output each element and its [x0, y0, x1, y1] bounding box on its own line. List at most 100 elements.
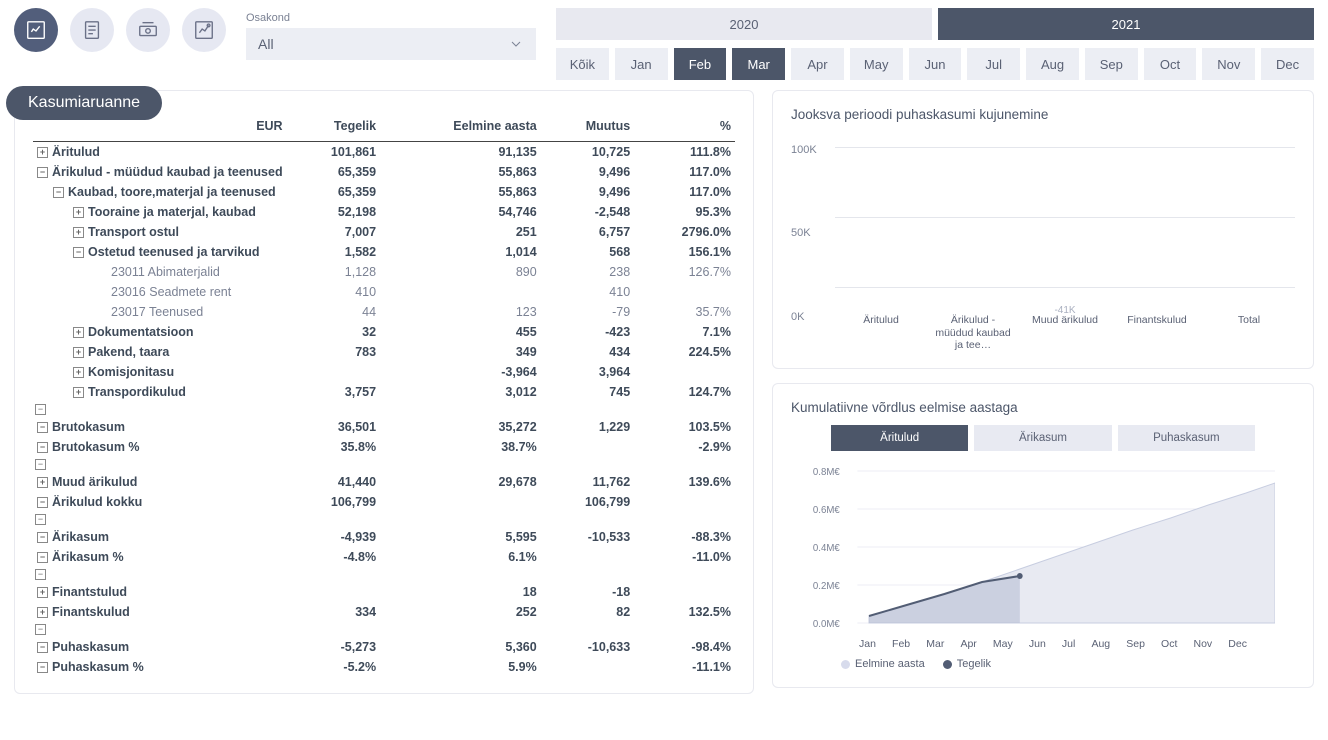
cell-value: 124.7% [634, 382, 735, 402]
expand-toggle[interactable]: − [53, 187, 64, 198]
expand-toggle[interactable]: − [35, 404, 46, 415]
cell-value: 9,496 [541, 182, 634, 202]
lc-xlabel: May [993, 638, 1013, 650]
cumulative-chart[interactable]: 0.8M€ 0.6M€ 0.4M€ 0.2M€ 0.0M€ JanFebMarA… [791, 461, 1295, 671]
expand-toggle[interactable]: + [73, 387, 84, 398]
chevron-down-icon [508, 36, 524, 52]
cell-value [380, 492, 541, 512]
cell-value: -5.2% [287, 657, 380, 677]
cell-value: 139.6% [634, 472, 735, 492]
table-row: +Pakend, taara783349434224.5% [33, 342, 735, 362]
expand-toggle[interactable]: − [37, 167, 48, 178]
cell-value: 5,360 [380, 637, 541, 657]
department-dropdown[interactable]: All [246, 28, 536, 60]
month-button[interactable]: Feb [674, 48, 727, 80]
row-label: Transpordikulud [88, 385, 186, 399]
col-change: Muutus [541, 113, 634, 142]
month-button[interactable]: Dec [1261, 48, 1314, 80]
expand-toggle[interactable]: + [37, 587, 48, 598]
table-row: −Brutokasum36,50135,2721,229103.5% [33, 417, 735, 437]
cell-value: 82 [541, 602, 634, 622]
cell-value: 10,725 [541, 142, 634, 163]
expand-toggle[interactable]: − [37, 642, 48, 653]
cell-value: 41,440 [287, 472, 380, 492]
cell-value: 9,496 [541, 162, 634, 182]
month-button[interactable]: Oct [1144, 48, 1197, 80]
cumulative-tab[interactable]: Ärikasum [974, 425, 1111, 451]
lc-xlabel: Apr [960, 638, 976, 650]
cell-value: 103.5% [634, 417, 735, 437]
expand-toggle[interactable]: − [35, 569, 46, 580]
month-button[interactable]: Aug [1026, 48, 1079, 80]
cell-value: 7,007 [287, 222, 380, 242]
cell-value: 6.1% [380, 547, 541, 567]
expand-toggle[interactable]: − [37, 552, 48, 563]
month-button[interactable]: May [850, 48, 903, 80]
cell-value: 106,799 [541, 492, 634, 512]
month-button[interactable]: Nov [1202, 48, 1255, 80]
expand-toggle[interactable]: − [73, 247, 84, 258]
expand-toggle[interactable]: − [37, 422, 48, 433]
expand-toggle[interactable]: + [37, 607, 48, 618]
expand-toggle[interactable]: − [35, 514, 46, 525]
table-row: −Brutokasum %35.8%38.7%-2.9% [33, 437, 735, 457]
report-badge: Kasumiaruanne [6, 86, 162, 120]
month-button[interactable]: Apr [791, 48, 844, 80]
expand-toggle[interactable]: + [73, 367, 84, 378]
cell-value: 38.7% [380, 437, 541, 457]
month-button[interactable]: Sep [1085, 48, 1138, 80]
expand-toggle[interactable]: − [37, 497, 48, 508]
wf-category: Finantskulud [1117, 314, 1197, 352]
table-row: −Ärikulud kokku106,799106,799 [33, 492, 735, 512]
cumulative-tab[interactable]: Puhaskasum [1118, 425, 1255, 451]
cell-value: 95.3% [634, 202, 735, 222]
expand-toggle[interactable]: + [73, 207, 84, 218]
table-row: −Puhaskasum %-5.2%5.9%-11.1% [33, 657, 735, 677]
cell-value: 7.1% [634, 322, 735, 342]
month-selector: KõikJanFebMarAprMayJunJulAugSepOctNovDec [556, 48, 1314, 80]
month-button[interactable]: Jul [967, 48, 1020, 80]
year-button[interactable]: 2020 [556, 8, 932, 40]
expand-toggle[interactable]: − [37, 532, 48, 543]
lc-xlabel: Nov [1194, 638, 1213, 650]
cell-value: 5,595 [380, 527, 541, 547]
expand-toggle[interactable]: − [37, 442, 48, 453]
table-row: −Ärikasum-4,9395,595-10,533-88.3% [33, 527, 735, 547]
cumulative-tabs: ÄrituludÄrikasum Puhaskasum [791, 425, 1295, 451]
expand-toggle[interactable]: − [35, 459, 46, 470]
cell-value: 65,359 [287, 162, 380, 182]
cell-value: 6,757 [541, 222, 634, 242]
cell-value: 3,012 [380, 382, 541, 402]
nav-chart-icon[interactable] [182, 8, 226, 52]
svg-text:0.8M€: 0.8M€ [813, 467, 840, 478]
month-button[interactable]: Mar [732, 48, 785, 80]
cell-value: 36,501 [287, 417, 380, 437]
expand-toggle[interactable]: + [73, 227, 84, 238]
row-label: Puhaskasum % [52, 660, 144, 674]
month-button[interactable]: Jan [615, 48, 668, 80]
cell-value: -2,548 [541, 202, 634, 222]
cell-value: -11.1% [634, 657, 735, 677]
cumulative-tab[interactable]: Äritulud [831, 425, 968, 451]
expand-toggle[interactable]: + [37, 147, 48, 158]
nav-balance-icon[interactable] [70, 8, 114, 52]
cell-value: 65,359 [287, 182, 380, 202]
svg-text:0.4M€: 0.4M€ [813, 543, 840, 554]
expand-toggle[interactable]: + [73, 327, 84, 338]
cell-value: 101,861 [287, 142, 380, 163]
cell-value: -88.3% [634, 527, 735, 547]
table-row: −Ostetud teenused ja tarvikud1,5821,0145… [33, 242, 735, 262]
year-button[interactable]: 2021 [938, 8, 1314, 40]
expand-toggle[interactable]: − [35, 624, 46, 635]
expand-toggle[interactable]: + [37, 477, 48, 488]
month-button[interactable]: Kõik [556, 48, 609, 80]
table-row: +Tooraine ja materjal, kaubad52,19854,74… [33, 202, 735, 222]
month-button[interactable]: Jun [909, 48, 962, 80]
row-label: Puhaskasum [52, 640, 129, 654]
nav-cash-icon[interactable] [126, 8, 170, 52]
table-row: − [33, 622, 735, 637]
waterfall-chart[interactable]: 100K 50K 0K -41K ÄrituludÄrikulud - müüd… [791, 132, 1295, 352]
nav-report-icon[interactable] [14, 8, 58, 52]
expand-toggle[interactable]: + [73, 347, 84, 358]
expand-toggle[interactable]: − [37, 662, 48, 673]
